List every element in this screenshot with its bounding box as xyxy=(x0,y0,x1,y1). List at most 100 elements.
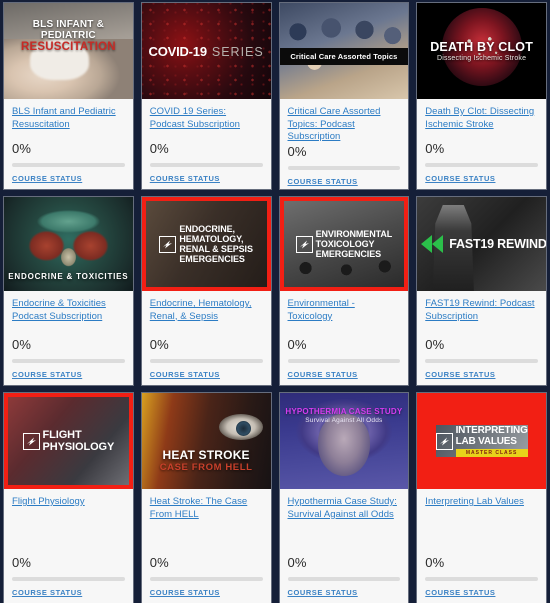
course-title-link[interactable]: Flight Physiology xyxy=(12,496,125,521)
course-card[interactable]: HEAT STROKE CASE FROM HELL Heat Stroke: … xyxy=(141,393,271,603)
thumbnail-title-line2: CASE FROM HELL xyxy=(159,462,253,473)
course-title-link[interactable]: COVID 19 Series: Podcast Subscription xyxy=(150,106,263,131)
course-progress-percent: 0% xyxy=(12,141,32,156)
thumbnail-title-line3: MASTER CLASS xyxy=(455,449,528,457)
thumbnail-title-line2: TOXICOLOGY xyxy=(315,239,375,249)
course-progress-bar xyxy=(425,359,538,363)
course-thumbnail-interpreting-lab-values[interactable]: INTERPRETING LAB VALUES MASTER CLASS xyxy=(417,393,546,489)
course-title-link[interactable]: FAST19 Rewind: Podcast Subscription xyxy=(425,298,538,323)
card-spacer xyxy=(425,521,538,555)
card-spacer xyxy=(425,131,538,141)
thumbnail-title-line1: DEATH BY CLOT xyxy=(430,40,534,54)
course-card-body: Critical Care Assorted Topics: Podcast S… xyxy=(279,99,409,189)
course-card[interactable]: DEATH BY CLOT Dissecting Ischemic Stroke… xyxy=(417,3,546,189)
course-card-body: Hypothermia Case Study: Survival Against… xyxy=(279,489,409,603)
course-title-link[interactable]: Heat Stroke: The Case From HELL xyxy=(150,496,263,521)
thumbnail-title-line2: Dissecting Ischemic Stroke xyxy=(437,55,527,62)
course-card-body: Death By Clot: Dissecting Ischemic Strok… xyxy=(417,99,546,189)
course-title-link[interactable]: Interpreting Lab Values xyxy=(425,496,538,521)
course-progress-bar xyxy=(287,165,401,170)
course-thumbnail-environmental-toxicology[interactable]: ENVIRONMENTAL TOXICOLOGY EMERGENCIES xyxy=(279,197,409,291)
course-card[interactable]: ENDOCRINE, HEMATOLOGY, RENAL & SEPSIS EM… xyxy=(141,197,271,385)
course-progress-bar xyxy=(149,577,263,581)
course-status-link[interactable]: COURSE STATUS xyxy=(12,174,125,183)
thumbnail-title-line1: FLIGHT xyxy=(42,429,82,441)
card-spacer xyxy=(12,323,125,337)
course-card[interactable]: BLS INFANT & PEDIATRIC RESUSCITATION BLS… xyxy=(4,3,133,189)
course-progress-bar xyxy=(12,359,125,363)
course-progress-percent: 0% xyxy=(287,555,307,570)
course-status-link[interactable]: COURSE STATUS xyxy=(425,370,538,379)
card-spacer xyxy=(12,131,125,141)
thumbnail-title-line2: RESUSCITATION xyxy=(20,41,116,53)
rewind-icon xyxy=(421,235,444,253)
course-card[interactable]: HYPOTHERMIA CASE STUDY Survival Against … xyxy=(279,393,409,603)
thumbnail-title-line1: COVID-19 xyxy=(148,43,208,59)
course-card[interactable]: INTERPRETING LAB VALUES MASTER CLASS Int… xyxy=(417,393,546,603)
course-progress-percent: 0% xyxy=(425,141,445,156)
course-card-body: Interpreting Lab Values 0% COURSE STATUS xyxy=(417,489,546,603)
course-card-body: Endocrine, Hematology, Renal, & Sepsis 0… xyxy=(141,291,271,385)
fast-logo-icon xyxy=(435,432,453,450)
course-status-link[interactable]: COURSE STATUS xyxy=(150,174,263,183)
course-thumbnail-endocrine-hematology-renal-sepsis[interactable]: ENDOCRINE, HEMATOLOGY, RENAL & SEPSIS EM… xyxy=(141,197,271,291)
course-status-link[interactable]: COURSE STATUS xyxy=(12,370,125,379)
course-thumbnail-flight-physiology[interactable]: FLIGHT PHYSIOLOGY xyxy=(4,393,133,489)
course-progress-bar xyxy=(287,359,401,363)
thumbnail-title-line2: Survival Against All Odds xyxy=(305,417,383,424)
course-card[interactable]: ENDOCRINE & TOXICITIES Endocrine & Toxic… xyxy=(4,197,133,385)
thumbnail-title-line1: HYPOTHERMIA CASE STUDY xyxy=(285,407,403,416)
course-title-link[interactable]: Environmental - Toxicology xyxy=(288,298,401,323)
course-title-link[interactable]: Death By Clot: Dissecting Ischemic Strok… xyxy=(425,106,538,131)
course-title-link[interactable]: Critical Care Assorted Topics: Podcast S… xyxy=(288,106,401,144)
course-title-link[interactable]: Hypothermia Case Study: Survival Against… xyxy=(288,496,401,521)
course-progress-percent: 0% xyxy=(287,143,307,159)
card-spacer xyxy=(12,521,125,555)
course-thumbnail-covid-19-series-podcast-subscription[interactable]: COVID-19 SERIES xyxy=(141,3,271,99)
course-title-link[interactable]: Endocrine & Toxicities Podcast Subscript… xyxy=(12,298,125,323)
course-status-link[interactable]: COURSE STATUS xyxy=(150,370,263,379)
thumbnail-title-line2: HEMATOLOGY, xyxy=(179,234,244,244)
thumbnail-title-line1: BLS INFANT & PEDIATRIC xyxy=(32,19,105,41)
course-thumbnail-heat-stroke-the-case-from-hell[interactable]: HEAT STROKE CASE FROM HELL xyxy=(141,393,271,489)
course-progress-bar xyxy=(149,359,263,363)
course-thumbnail-bls-infant-pediatric-resuscitation[interactable]: BLS INFANT & PEDIATRIC RESUSCITATION xyxy=(4,3,133,99)
course-status-link[interactable]: COURSE STATUS xyxy=(288,370,401,379)
course-thumbnail-fast19-rewind-podcast-subscription[interactable]: FAST19 REWIND xyxy=(417,197,546,291)
course-card[interactable]: FLIGHT PHYSIOLOGY Flight Physiology 0% C… xyxy=(4,393,133,603)
fast-logo-icon xyxy=(22,432,40,450)
course-card-body: Heat Stroke: The Case From HELL 0% COURS… xyxy=(141,489,271,603)
course-card[interactable]: Critical Care Assorted Topics Critical C… xyxy=(279,3,409,189)
course-card[interactable]: ENVIRONMENTAL TOXICOLOGY EMERGENCIES Env… xyxy=(279,197,409,385)
course-card-body: Environmental - Toxicology 0% COURSE STA… xyxy=(279,291,409,385)
course-card-body: BLS Infant and Pediatric Resuscitation 0… xyxy=(4,99,133,189)
course-card[interactable]: FAST19 REWIND FAST19 Rewind: Podcast Sub… xyxy=(417,197,546,385)
course-progress-bar xyxy=(12,163,125,167)
thumbnail-title-line1: ENDOCRINE & TOXICITIES xyxy=(8,272,129,281)
thumbnail-title-line1: ENVIRONMENTAL xyxy=(315,229,393,239)
course-progress-percent: 0% xyxy=(149,555,169,570)
course-progress-percent: 0% xyxy=(287,337,307,352)
course-thumbnail-hypothermia-case-study-survival-against-all-odds[interactable]: HYPOTHERMIA CASE STUDY Survival Against … xyxy=(279,393,409,489)
card-spacer xyxy=(150,131,263,141)
course-status-link[interactable]: COURSE STATUS xyxy=(425,174,538,183)
course-progress-bar xyxy=(425,163,538,167)
thumbnail-title-line2: SERIES xyxy=(211,44,264,59)
course-status-link[interactable]: COURSE STATUS xyxy=(288,177,401,186)
course-thumbnail-death-by-clot-dissecting-ischemic-stroke[interactable]: DEATH BY CLOT Dissecting Ischemic Stroke xyxy=(417,3,546,99)
course-card-body: COVID 19 Series: Podcast Subscription 0%… xyxy=(141,99,271,189)
card-spacer xyxy=(150,323,263,337)
thumbnail-title-line4: EMERGENCIES xyxy=(179,254,245,264)
thumbnail-title-line1: FAST19 REWIND xyxy=(449,237,546,251)
course-card[interactable]: COVID-19 SERIES COVID 19 Series: Podcast… xyxy=(141,3,271,189)
course-title-link[interactable]: BLS Infant and Pediatric Resuscitation xyxy=(12,106,125,131)
thumbnail-title-line1: ENDOCRINE, xyxy=(179,224,235,234)
thumbnail-title-line2: LAB VALUES xyxy=(455,436,517,447)
course-card-body: FAST19 Rewind: Podcast Subscription 0% C… xyxy=(417,291,546,385)
course-title-link[interactable]: Endocrine, Hematology, Renal, & Sepsis xyxy=(150,298,263,323)
course-progress-percent: 0% xyxy=(12,555,32,570)
course-progress-percent: 0% xyxy=(425,555,445,570)
course-progress-percent: 0% xyxy=(149,141,169,156)
course-thumbnail-critical-care-assorted-topics-podcast-subscription[interactable]: Critical Care Assorted Topics xyxy=(279,3,409,99)
course-thumbnail-endocrine-toxicities-podcast-subscription[interactable]: ENDOCRINE & TOXICITIES xyxy=(4,197,133,291)
